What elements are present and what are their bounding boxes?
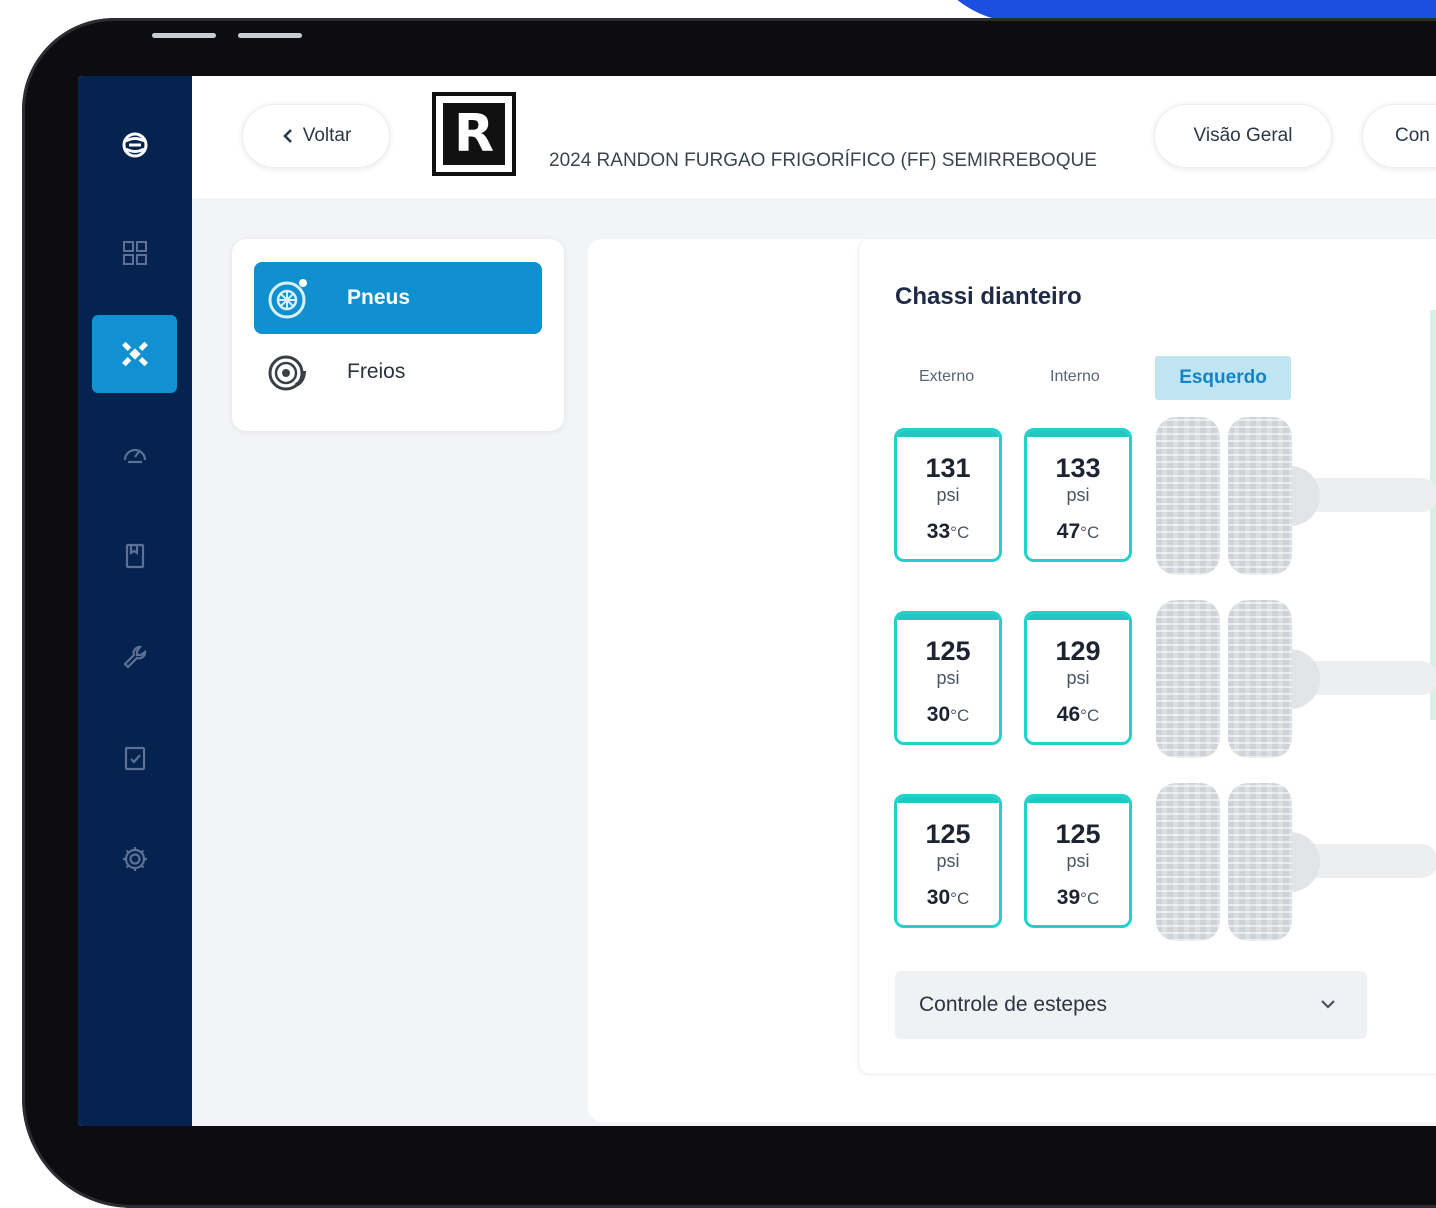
tire-card-axle2-internal[interactable]: 129 psi 46°C [1024,611,1132,745]
gauge-icon[interactable] [92,416,177,494]
temp-value: 47 [1056,520,1081,543]
temp-value: 46 [1056,703,1081,726]
tire-graphic-external[interactable] [1156,783,1220,941]
gear-icon[interactable] [92,820,177,898]
tab-overview[interactable]: Visão Geral [1154,104,1332,168]
wrench-icon[interactable] [92,618,177,696]
tire-graphic-internal[interactable] [1228,783,1292,941]
temp-value: 30 [926,703,951,726]
temp-unit: °C [1080,523,1100,542]
tire-card-axle1-internal[interactable]: 133 psi 47°C [1024,428,1132,562]
menu-item-tires-label: Pneus [347,286,411,309]
brake-icon [268,355,306,391]
tire-temperature: 33°C [897,520,999,544]
column-header-internal: Interno [1050,368,1100,385]
tire-card-axle3-external[interactable]: 125 psi 30°C [894,794,1002,928]
sidebar [78,76,192,1126]
component-menu: Pneus Freios [232,239,564,431]
pressure-unit: psi [936,851,960,871]
document-icon[interactable] [92,517,177,595]
tire-temperature: 39°C [1027,886,1129,910]
temp-unit: °C [950,523,970,542]
tire-pressure: 125 [925,819,971,849]
top-bar: Voltar R 2024 RANDON FURGAO FRIGORÍFICO … [192,76,1436,198]
tire-pressure: 133 [1055,453,1101,483]
tire-card-axle1-external[interactable]: 131 psi 33°C [894,428,1002,562]
tire-pressure: 131 [925,453,971,483]
tire-temperature: 30°C [897,886,999,910]
pressure-unit: psi [936,485,960,505]
back-button-label: Voltar [302,125,352,146]
chevron-left-icon [282,129,292,143]
back-button[interactable]: Voltar [242,104,390,168]
tire-pressure: 125 [925,636,971,666]
tire-temperature: 47°C [1027,520,1129,544]
tire-temperature: 46°C [1027,703,1129,727]
tire-graphic-internal[interactable] [1228,600,1292,758]
menu-item-brakes[interactable]: Freios [254,336,542,408]
tire-graphic-external[interactable] [1156,600,1220,758]
tire-icon [268,279,307,319]
temp-value: 33 [926,520,951,543]
menu-item-tires[interactable]: Pneus [254,262,542,334]
tire-graphic-internal[interactable] [1228,417,1292,575]
brand-logo: R [432,92,516,176]
grid-icon[interactable] [92,214,177,292]
pressure-unit: psi [1066,851,1090,871]
vehicle-title: 2024 RANDON FURGAO FRIGORÍFICO (FF) SEMI… [549,150,1097,171]
tab-next-label: Con [1395,125,1430,146]
chevron-down-icon [1321,1000,1335,1009]
temp-unit: °C [950,889,970,908]
pressure-unit: psi [1066,668,1090,688]
decorative-corner-shape [923,0,1436,20]
tab-overview-label: Visão Geral [1193,125,1293,146]
tire-pressure: 125 [1055,819,1101,849]
pressure-unit: psi [936,668,960,688]
menu-item-brakes-label: Freios [347,360,406,383]
tire-pressure: 129 [1055,636,1101,666]
brand-logo-letter: R [443,103,505,165]
spare-control-label: Controle de estepes [919,993,1107,1016]
column-header-external: Externo [919,368,975,385]
temp-unit: °C [950,706,970,725]
tablet-side-button [152,33,216,38]
tab-next[interactable]: Con [1362,104,1436,168]
satellite-icon[interactable] [92,315,177,393]
temp-value: 30 [926,886,951,909]
pressure-unit: psi [1066,485,1090,505]
tire-temperature: 30°C [897,703,999,727]
side-badge-left: Esquerdo [1155,356,1291,400]
tire-card-axle2-external[interactable]: 125 psi 30°C [894,611,1002,745]
tablet-side-button [238,33,302,38]
tire-graphic-external[interactable] [1156,417,1220,575]
section-title: Chassi dianteiro [895,283,1082,310]
temp-unit: °C [1080,889,1100,908]
vehicle-diagram-edge [1430,310,1436,720]
spare-control-dropdown[interactable]: Controle de estepes [895,971,1367,1039]
temp-unit: °C [1080,706,1100,725]
brand-logo-icon[interactable] [92,106,177,184]
tire-card-axle3-internal[interactable]: 125 psi 39°C [1024,794,1132,928]
temp-value: 39 [1056,886,1081,909]
clipboard-check-icon[interactable] [92,719,177,797]
